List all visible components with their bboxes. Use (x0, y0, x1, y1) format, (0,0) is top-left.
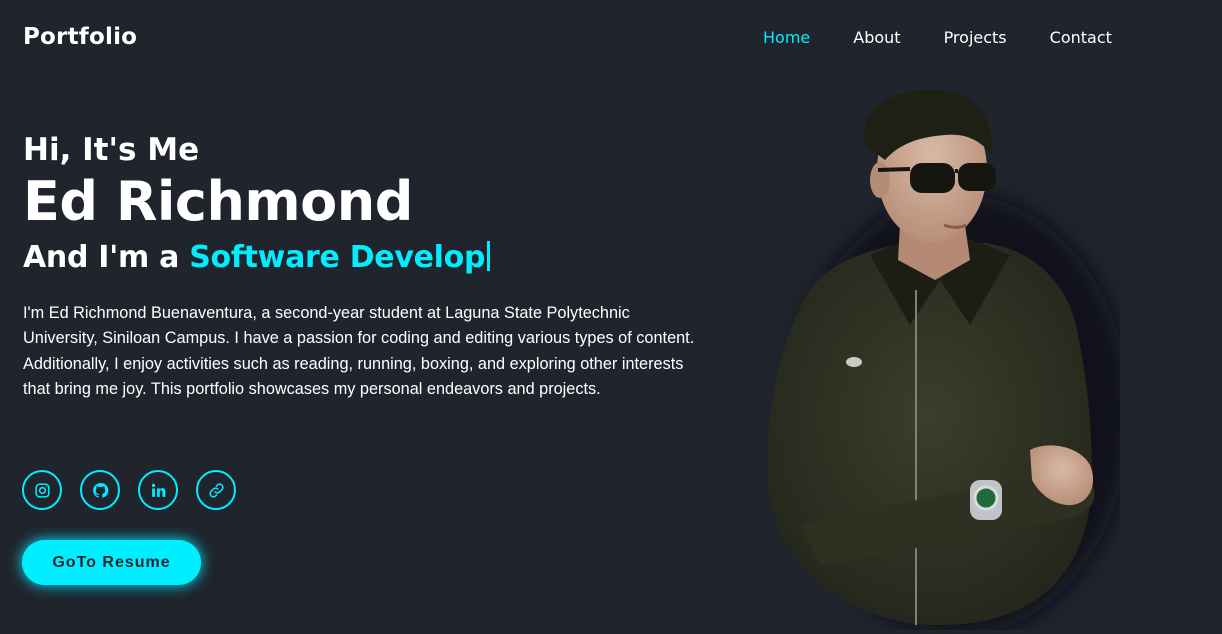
instagram-icon (34, 482, 51, 499)
site-header: Portfolio Home About Projects Contact (0, 0, 1222, 78)
github-link[interactable] (80, 470, 120, 510)
name-heading: Ed Richmond (23, 170, 413, 233)
website-link[interactable] (196, 470, 236, 510)
logo-link[interactable]: Portfolio (23, 24, 137, 50)
profile-photo (760, 85, 1130, 634)
github-icon (92, 482, 109, 499)
typing-cursor (487, 241, 491, 271)
nav-contact-link[interactable]: Contact (1050, 28, 1112, 47)
resume-button[interactable]: GoTo Resume (22, 540, 201, 585)
link-icon (208, 482, 225, 499)
linkedin-link[interactable] (138, 470, 178, 510)
hero-section: Hi, It's Me Ed Richmond And I'm a Softwa… (23, 128, 713, 418)
nav-home-link[interactable]: Home (763, 28, 810, 47)
nav-projects-link[interactable]: Projects (944, 28, 1007, 47)
linkedin-icon (150, 482, 167, 499)
instagram-link[interactable] (22, 470, 62, 510)
role-typed-text: Software Develop (189, 240, 486, 275)
role-heading: And I'm a Software Develop (23, 236, 713, 280)
role-prefix: And I'm a (23, 240, 180, 275)
greeting-heading: Hi, It's Me (23, 132, 200, 168)
main-nav: Home About Projects Contact (763, 28, 1155, 47)
hero-description: I'm Ed Richmond Buenaventura, a second-y… (23, 304, 695, 398)
nav-about-link[interactable]: About (853, 28, 900, 47)
social-links (22, 470, 254, 510)
